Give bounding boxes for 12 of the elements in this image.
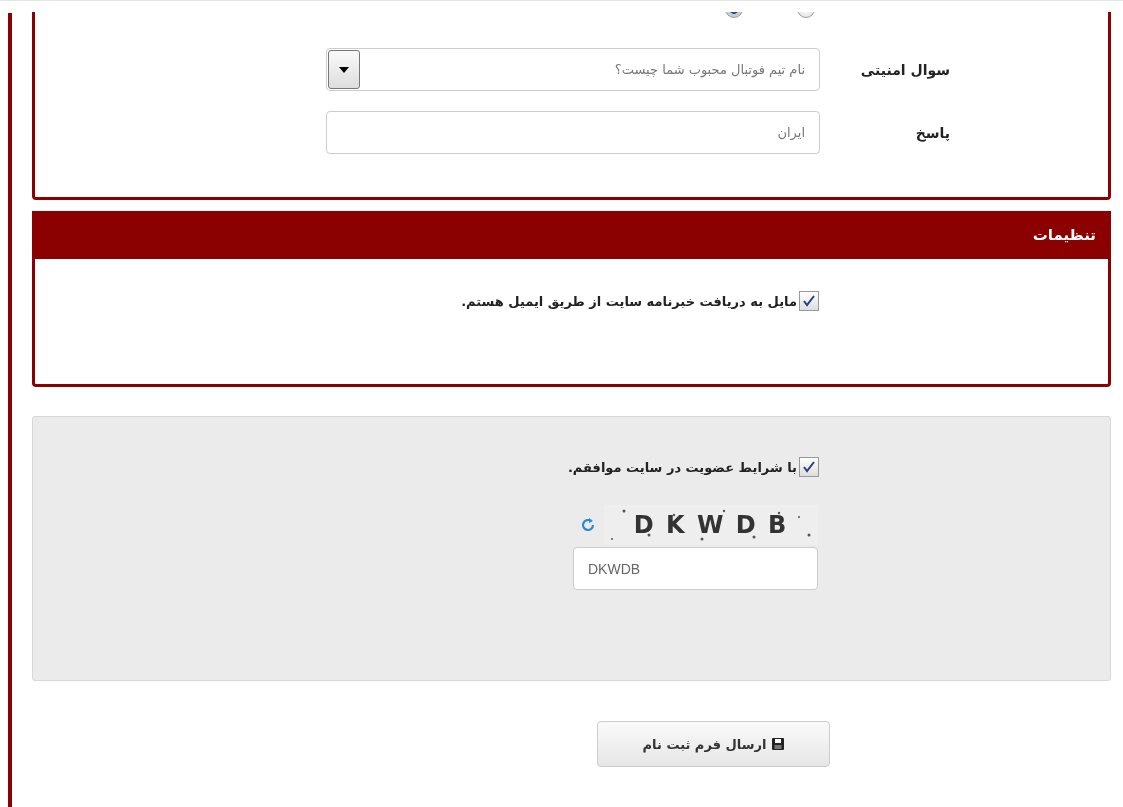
submit-button[interactable]: ارسال فرم ثبت نام	[597, 721, 830, 767]
field-label: سوال امنیتی	[859, 61, 950, 78]
checkbox-label: با شرایط عضویت در سایت موافقم.	[567, 459, 797, 475]
field-label: پاسخ	[914, 124, 950, 141]
checkbox[interactable]	[799, 457, 819, 477]
security-question-select[interactable]: نام تیم فوتبال محبوب شما چیست؟	[326, 48, 820, 91]
checkbox[interactable]	[799, 291, 819, 311]
captcha-field[interactable]: DKWDB	[573, 547, 818, 590]
panel-title: تنظیمات	[1032, 226, 1096, 244]
refresh-icon[interactable]	[580, 517, 596, 533]
answer-field[interactable]: ایران	[326, 111, 820, 154]
checkbox-label: مایل به دریافت خبرنامه سایت از طریق ایمیل هستم.	[461, 293, 797, 309]
